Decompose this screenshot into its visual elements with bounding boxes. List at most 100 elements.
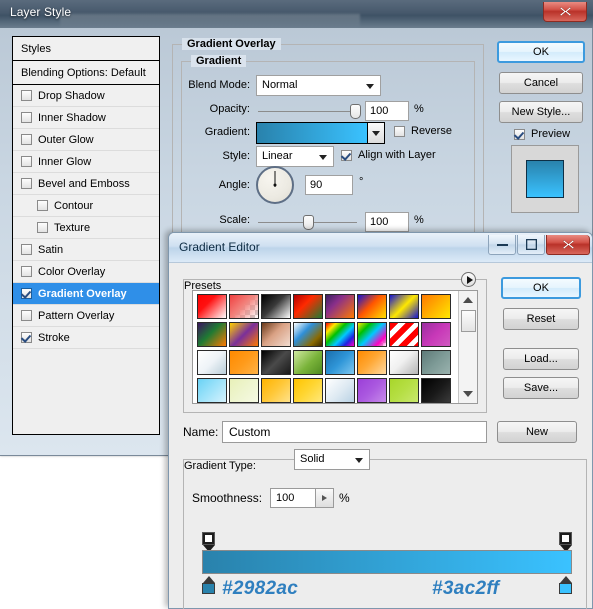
- style-row-checkbox[interactable]: [21, 266, 32, 277]
- close-icon[interactable]: [546, 235, 590, 255]
- style-row-checkbox[interactable]: [21, 244, 32, 255]
- style-row-checkbox[interactable]: [21, 112, 32, 123]
- style-row-checkbox[interactable]: [21, 178, 32, 189]
- preview-checkbox[interactable]: Preview: [514, 128, 570, 140]
- style-row-checkbox[interactable]: [21, 310, 32, 321]
- preset-swatch[interactable]: [357, 350, 387, 375]
- preset-swatch[interactable]: [229, 350, 259, 375]
- opacity-slider-thumb[interactable]: [350, 104, 361, 119]
- preset-swatch[interactable]: [357, 294, 387, 319]
- minimize-icon[interactable]: [488, 235, 516, 255]
- smoothness-spinner[interactable]: [316, 488, 334, 508]
- opacity-label: Opacity:: [209, 103, 250, 115]
- style-row-gradient-overlay[interactable]: Gradient Overlay: [13, 283, 159, 305]
- style-row-checkbox[interactable]: [37, 222, 48, 233]
- preset-swatch[interactable]: [421, 350, 451, 375]
- angle-dial[interactable]: [256, 166, 294, 204]
- preset-swatch[interactable]: [325, 378, 355, 403]
- reverse-checkbox[interactable]: Reverse: [394, 125, 452, 137]
- preset-swatch[interactable]: [389, 294, 419, 319]
- align-with-layer-checkbox[interactable]: Align with Layer: [341, 149, 436, 161]
- preset-swatch[interactable]: [325, 350, 355, 375]
- smoothness-input[interactable]: 100: [270, 488, 316, 508]
- preset-swatch[interactable]: [325, 294, 355, 319]
- ok-button[interactable]: OK: [497, 41, 585, 63]
- style-row-texture[interactable]: Texture: [13, 217, 159, 239]
- preset-swatch[interactable]: [357, 322, 387, 347]
- style-row-color-overlay[interactable]: Color Overlay: [13, 261, 159, 283]
- scale-slider-thumb[interactable]: [303, 215, 314, 230]
- preset-swatch[interactable]: [389, 350, 419, 375]
- gradient-editor-titlebar[interactable]: Gradient Editor: [169, 233, 592, 263]
- preset-swatch[interactable]: [261, 294, 291, 319]
- preset-swatch[interactable]: [421, 322, 451, 347]
- style-row-drop-shadow[interactable]: Drop Shadow: [13, 85, 159, 107]
- preset-swatch[interactable]: [293, 350, 323, 375]
- gradient-editor-reset-button[interactable]: Reset: [503, 308, 579, 330]
- scale-input[interactable]: 100: [365, 212, 409, 232]
- gradient-editor-ok-button[interactable]: OK: [501, 277, 581, 299]
- presets-menu-arrow-icon[interactable]: [461, 272, 476, 287]
- style-row-stroke[interactable]: Stroke: [13, 327, 159, 349]
- preset-swatch[interactable]: [261, 378, 291, 403]
- preset-swatch[interactable]: [293, 294, 323, 319]
- color-stop-start[interactable]: [202, 576, 215, 594]
- preset-swatch[interactable]: [293, 378, 323, 403]
- style-row-checkbox[interactable]: [21, 90, 32, 101]
- opacity-input[interactable]: 100: [365, 101, 409, 121]
- style-row-checkbox[interactable]: [21, 288, 32, 299]
- preset-swatch[interactable]: [261, 350, 291, 375]
- gradient-editor-load-button[interactable]: Load...: [503, 348, 579, 370]
- opacity-slider-track[interactable]: [258, 111, 357, 112]
- angle-input[interactable]: 90: [305, 175, 353, 195]
- style-row-checkbox[interactable]: [21, 134, 32, 145]
- preset-swatch[interactable]: [293, 322, 323, 347]
- style-row-pattern-overlay[interactable]: Pattern Overlay: [13, 305, 159, 327]
- preset-swatch[interactable]: [389, 378, 419, 403]
- maximize-icon[interactable]: [517, 235, 545, 255]
- preset-swatch[interactable]: [325, 322, 355, 347]
- style-row-bevel-and-emboss[interactable]: Bevel and Emboss: [13, 173, 159, 195]
- style-select[interactable]: Linear: [256, 146, 334, 167]
- new-preset-button[interactable]: New: [497, 421, 577, 443]
- opacity-stop-start[interactable]: [202, 532, 215, 552]
- style-row-checkbox[interactable]: [37, 200, 48, 211]
- opacity-stop-end[interactable]: [559, 532, 572, 552]
- preset-swatch[interactable]: [357, 378, 387, 403]
- layer-style-titlebar[interactable]: Layer Style: [0, 0, 593, 28]
- preset-swatch[interactable]: [197, 350, 227, 375]
- style-row-satin[interactable]: Satin: [13, 239, 159, 261]
- name-input[interactable]: Custom: [222, 421, 487, 443]
- style-row-checkbox[interactable]: [21, 156, 32, 167]
- close-icon[interactable]: [543, 2, 587, 22]
- preset-swatch[interactable]: [261, 322, 291, 347]
- blending-options-row[interactable]: Blending Options: Default: [13, 61, 159, 85]
- gradient-type-select[interactable]: Solid: [294, 449, 370, 470]
- presets-scrollbar[interactable]: [458, 291, 477, 403]
- preset-swatch[interactable]: [197, 378, 227, 403]
- style-row-inner-shadow[interactable]: Inner Shadow: [13, 107, 159, 129]
- preset-swatch[interactable]: [389, 322, 419, 347]
- preset-swatch[interactable]: [197, 294, 227, 319]
- preset-swatch[interactable]: [421, 378, 451, 403]
- preset-swatch[interactable]: [229, 294, 259, 319]
- style-row-contour[interactable]: Contour: [13, 195, 159, 217]
- scroll-up-arrow-icon[interactable]: [459, 292, 477, 308]
- preset-swatch[interactable]: [229, 322, 259, 347]
- preset-swatch[interactable]: [421, 294, 451, 319]
- style-row-inner-glow[interactable]: Inner Glow: [13, 151, 159, 173]
- gradient-editor-save-button[interactable]: Save...: [503, 377, 579, 399]
- new-style-button[interactable]: New Style...: [499, 101, 583, 123]
- color-stop-end[interactable]: [559, 576, 572, 594]
- blend-mode-select[interactable]: Normal: [256, 75, 381, 96]
- presets-scrollbar-thumb[interactable]: [461, 310, 476, 332]
- style-row-outer-glow[interactable]: Outer Glow: [13, 129, 159, 151]
- cancel-button[interactable]: Cancel: [499, 72, 583, 94]
- gradient-bar[interactable]: [202, 550, 572, 574]
- preset-swatch[interactable]: [197, 322, 227, 347]
- preset-swatch[interactable]: [229, 378, 259, 403]
- gradient-picker-dropdown[interactable]: [368, 122, 385, 144]
- scroll-down-arrow-icon[interactable]: [459, 386, 477, 402]
- style-row-checkbox[interactable]: [21, 332, 32, 343]
- gradient-preview-swatch[interactable]: [256, 122, 368, 144]
